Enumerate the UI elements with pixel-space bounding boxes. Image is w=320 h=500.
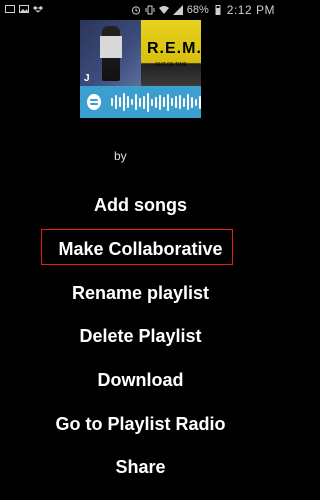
album-art-right: R.E.M. OUT OF TIME [141, 20, 201, 86]
wifi-icon [158, 6, 169, 14]
rename-playlist-button[interactable]: Rename playlist [0, 281, 281, 305]
status-right: 68% 2:12 PM [131, 3, 275, 17]
cast-icon [5, 5, 15, 13]
share-button[interactable]: Share [0, 455, 281, 479]
make-collaborative-button[interactable]: Make Collaborative [0, 229, 281, 265]
battery-percent: 68% [186, 4, 209, 16]
delete-playlist-button[interactable]: Delete Playlist [0, 324, 281, 348]
dropbox-icon [33, 6, 43, 13]
spotify-code-wave [111, 92, 201, 112]
status-left [5, 4, 43, 14]
image-icon [19, 5, 29, 13]
status-time: 2:12 PM [226, 3, 275, 17]
album-art-left: J [80, 20, 141, 86]
spotify-logo-icon [87, 94, 101, 110]
playlist-owner: by [114, 149, 127, 163]
download-button[interactable]: Download [0, 368, 281, 392]
add-songs-button[interactable]: Add songs [0, 193, 281, 217]
playlist-radio-button[interactable]: Go to Playlist Radio [0, 412, 281, 436]
spotify-code [80, 86, 201, 118]
alarm-icon [131, 6, 140, 15]
vibrate-icon [145, 5, 155, 15]
signal-icon [172, 5, 183, 15]
battery-icon [215, 5, 221, 15]
status-bar: 68% 2:12 PM [0, 0, 281, 20]
playlist-artwork: J R.E.M. OUT OF TIME [80, 20, 201, 118]
